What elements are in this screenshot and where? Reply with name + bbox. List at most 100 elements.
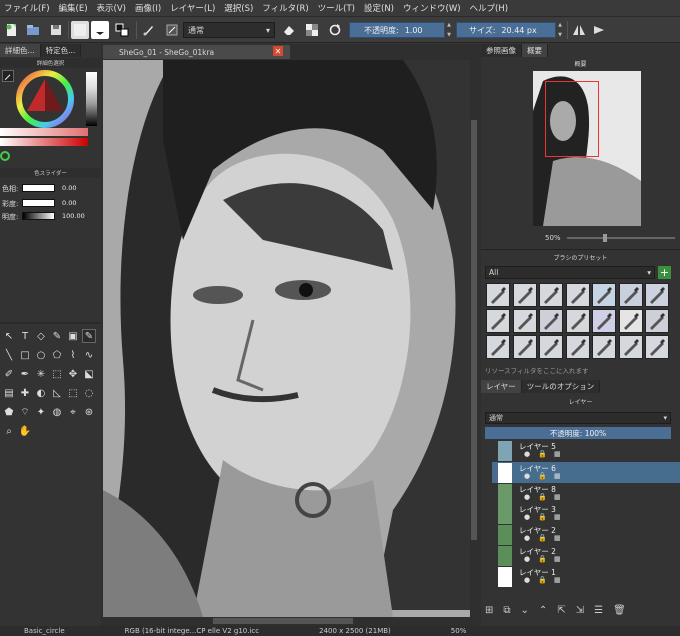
visibility-icon[interactable]: ● <box>524 450 530 458</box>
edit-shapes-icon[interactable]: ◇ <box>34 329 48 343</box>
menu-settings[interactable]: 設定(N) <box>364 2 394 14</box>
polygon-select-icon[interactable]: ⬟ <box>2 405 16 419</box>
menu-image[interactable]: 画像(I) <box>135 2 161 14</box>
rect-select-icon[interactable]: ⬚ <box>66 386 80 400</box>
brush-preset-item[interactable] <box>512 335 537 359</box>
duplicate-layer-icon[interactable]: ⧉ <box>503 605 510 616</box>
measure-icon[interactable]: ◺ <box>50 386 64 400</box>
eyedropper-icon[interactable] <box>2 70 14 82</box>
layer-row[interactable]: レイヤー 6 ● 🔒 ▦ <box>492 462 680 483</box>
brush-preset-item[interactable] <box>512 309 537 333</box>
preserve-alpha-icon[interactable] <box>303 21 321 39</box>
layer-row[interactable]: レイヤー 2 ● 🔒 ▦ <box>492 524 680 545</box>
brush-editor-icon[interactable] <box>140 21 158 39</box>
pattern-swatch-icon[interactable] <box>91 21 109 39</box>
calligraphy-icon[interactable]: ✎ <box>50 329 64 343</box>
menu-window[interactable]: ウィンドウ(W) <box>403 2 461 14</box>
brush-settings-icon[interactable] <box>163 21 181 39</box>
menu-help[interactable]: ヘルプ(H) <box>470 2 509 14</box>
save-icon[interactable] <box>47 21 65 39</box>
opacity-spinner[interactable]: ▲ ▼ <box>445 22 453 38</box>
layer-opacity-slider[interactable]: 不透明度: 100% <box>485 427 671 439</box>
layer-blend-select[interactable]: 通常 ▾ <box>485 412 671 424</box>
rectangle-icon[interactable]: □ <box>18 348 32 362</box>
move-icon[interactable]: ✥ <box>66 367 80 381</box>
saturation-value[interactable]: 0.00 <box>62 198 76 207</box>
size-spinner[interactable]: ▲ ▼ <box>556 22 564 38</box>
magnetic-select-icon[interactable]: ⊛ <box>82 405 96 419</box>
tab-tool-options[interactable]: ツールのオプション <box>521 380 601 393</box>
visibility-icon[interactable]: ● <box>524 576 530 584</box>
assistant-icon[interactable]: ◐ <box>34 386 48 400</box>
lock-icon[interactable]: 🔒 <box>538 555 547 563</box>
alpha-lock-icon[interactable]: ▦ <box>554 493 561 501</box>
hue-slider[interactable] <box>22 184 55 192</box>
hue-bar[interactable] <box>0 138 88 146</box>
brush-preset-item[interactable] <box>618 309 643 333</box>
color-wheel[interactable] <box>16 70 74 128</box>
move-down-icon[interactable]: ⌄ <box>521 605 529 616</box>
brush-preset-item[interactable] <box>512 283 537 307</box>
brush-preset-item[interactable] <box>618 283 643 307</box>
menu-tools[interactable]: ツール(T) <box>318 2 355 14</box>
bezier-icon[interactable]: ∿ <box>82 348 96 362</box>
freehand-brush-icon[interactable]: ✎ <box>82 329 96 343</box>
menu-file[interactable]: ファイル(F) <box>4 2 50 14</box>
layer-row[interactable]: レイヤー 2 ● 🔒 ▦ <box>492 545 680 566</box>
value-slider[interactable] <box>22 212 55 220</box>
alpha-lock-icon[interactable]: ▦ <box>554 534 561 542</box>
move-up-icon[interactable]: ⌃ <box>539 605 547 616</box>
contiguous-select-icon[interactable]: ✦ <box>34 405 48 419</box>
saturation-slider[interactable] <box>22 199 55 207</box>
multibrush-icon[interactable]: ✳ <box>34 367 48 381</box>
visibility-icon[interactable]: ● <box>524 472 530 480</box>
add-layer-icon[interactable]: ⊞ <box>485 605 493 616</box>
ellipse-select-icon[interactable]: ◌ <box>82 386 96 400</box>
painting-canvas[interactable] <box>103 60 470 617</box>
transform-icon[interactable]: ⬚ <box>50 367 64 381</box>
layer-row[interactable]: レイヤー 8 ● 🔒 ▦ <box>492 483 680 504</box>
brush-preset-item[interactable] <box>539 283 563 307</box>
properties-icon[interactable]: ☰ <box>594 605 603 616</box>
lock-icon[interactable]: 🔒 <box>538 493 547 501</box>
menu-select[interactable]: 選択(S) <box>224 2 253 14</box>
lock-icon[interactable]: 🔒 <box>538 513 547 521</box>
pan-icon[interactable]: ✋ <box>18 424 32 438</box>
lock-icon[interactable]: 🔒 <box>538 534 547 542</box>
visibility-icon[interactable]: ● <box>524 555 530 563</box>
brush-preset-item[interactable] <box>565 283 590 307</box>
menu-edit[interactable]: 編集(E) <box>59 2 88 14</box>
freehand-select-icon[interactable]: ⌔ <box>18 405 32 419</box>
freehand-path-icon[interactable]: ✐ <box>2 367 16 381</box>
line-icon[interactable]: ╲ <box>2 348 16 362</box>
alpha-lock-icon[interactable]: ▦ <box>554 513 561 521</box>
brush-preset-item[interactable] <box>592 283 616 307</box>
alpha-lock-icon[interactable]: ▦ <box>554 450 561 458</box>
alpha-lock-icon[interactable]: ▦ <box>554 555 561 563</box>
select-arrow-icon[interactable]: ↖ <box>2 329 16 343</box>
gradient-swatch-icon[interactable] <box>71 21 89 39</box>
brush-preset-item[interactable] <box>592 309 616 333</box>
brush-preset-item[interactable] <box>565 335 590 359</box>
brush-preset-item[interactable] <box>618 335 643 359</box>
reload-icon[interactable] <box>326 21 344 39</box>
colorpicker-icon[interactable]: ✚ <box>18 386 32 400</box>
brush-preset-item[interactable] <box>486 283 510 307</box>
saturation-bar[interactable] <box>0 128 88 136</box>
new-document-icon[interactable] <box>3 21 21 39</box>
add-tag-icon[interactable]: + <box>658 266 671 279</box>
brightness-value[interactable]: 100.00 <box>62 211 85 220</box>
brush-preset-item[interactable] <box>645 335 669 359</box>
alpha-lock-icon[interactable]: ▦ <box>554 576 561 584</box>
brush-tag-select[interactable]: All ▾ <box>485 266 655 279</box>
color-swap-icon[interactable] <box>113 21 131 39</box>
tab-reference-images[interactable]: 参照画像 <box>481 44 522 57</box>
polygon-icon[interactable]: ⬠ <box>50 348 64 362</box>
brush-preset-item[interactable] <box>565 309 590 333</box>
layer-props-icon[interactable]: ⇱ <box>557 605 565 616</box>
crop-icon[interactable]: ⬕ <box>82 367 96 381</box>
visibility-icon[interactable]: ● <box>524 493 530 501</box>
tab-specific-color[interactable]: 特定色... <box>40 44 82 57</box>
viewport-rectangle[interactable] <box>545 81 599 157</box>
brush-preset-item[interactable] <box>645 309 669 333</box>
